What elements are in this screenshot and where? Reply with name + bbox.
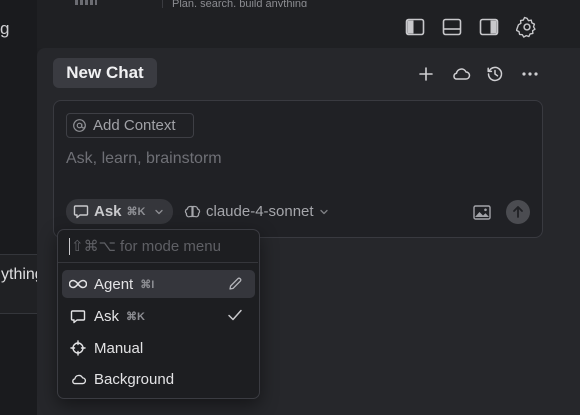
mode-item-manual[interactable]: Manual: [62, 334, 255, 362]
cloud-icon[interactable]: [449, 62, 473, 86]
cloud-icon: [69, 373, 87, 386]
mode-item-label: Agent: [94, 275, 134, 293]
mode-item-label: Background: [94, 370, 175, 388]
mode-menu-search[interactable]: ⇧⌘⌥ for mode menu: [69, 236, 221, 256]
checkmark-icon: [227, 308, 243, 322]
mode-item-background[interactable]: Background: [62, 365, 255, 393]
model-name: claude-4-sonnet: [206, 203, 314, 220]
chevron-down-icon: [319, 208, 329, 216]
history-icon[interactable]: [483, 62, 507, 86]
gear-icon[interactable]: [513, 13, 541, 41]
send-button[interactable]: [506, 200, 530, 224]
brain-icon: [184, 204, 201, 219]
tab-new-chat[interactable]: New Chat: [53, 58, 157, 88]
toggle-right-sidebar-icon[interactable]: [475, 13, 503, 41]
top-hint-text: Plan, search, build anything: [172, 0, 308, 7]
chat-bubble-icon: [73, 204, 89, 219]
add-context-label: Add Context: [93, 117, 176, 134]
plus-icon[interactable]: [414, 62, 438, 86]
arrow-up-icon: [513, 206, 523, 218]
more-icon[interactable]: [518, 62, 542, 86]
mode-item-agent[interactable]: Agent ⌘I: [62, 270, 255, 298]
pencil-icon[interactable]: [227, 276, 243, 292]
left-pane-title-fragment: g: [0, 19, 10, 38]
composer-placeholder[interactable]: Ask, learn, brainstorm: [66, 150, 222, 168]
mode-item-shortcut: ⌘I: [140, 278, 155, 291]
crosshair-icon: [69, 340, 87, 356]
toggle-left-sidebar-icon[interactable]: [401, 13, 429, 41]
image-icon[interactable]: [472, 202, 492, 222]
mode-item-label: Manual: [94, 339, 144, 357]
mode-label: Ask: [94, 203, 122, 220]
mode-menu-search-placeholder: ⇧⌘⌥ for mode menu: [71, 238, 221, 255]
mode-shortcut: ⌘K: [126, 206, 146, 218]
text-caret: [69, 237, 70, 255]
top-divider: [162, 0, 163, 8]
mode-item-ask[interactable]: Ask ⌘K: [62, 302, 255, 330]
mode-selector-button[interactable]: Ask ⌘K: [66, 199, 173, 224]
mode-item-label: Ask: [94, 307, 120, 325]
infinity-icon: [69, 279, 87, 289]
chat-bubble-icon: [69, 309, 87, 324]
model-selector[interactable]: claude-4-sonnet: [184, 199, 329, 224]
toggle-bottom-panel-icon[interactable]: [438, 13, 466, 41]
add-context-button[interactable]: Add Context: [66, 113, 194, 138]
chevron-down-icon: [154, 208, 164, 216]
left-pane: g: [0, 0, 37, 415]
at-sign-icon: [72, 118, 87, 133]
mode-item-shortcut: ⌘K: [126, 310, 145, 323]
mode-menu-divider: [58, 262, 258, 263]
top-logo-fragment: [75, 0, 97, 5]
